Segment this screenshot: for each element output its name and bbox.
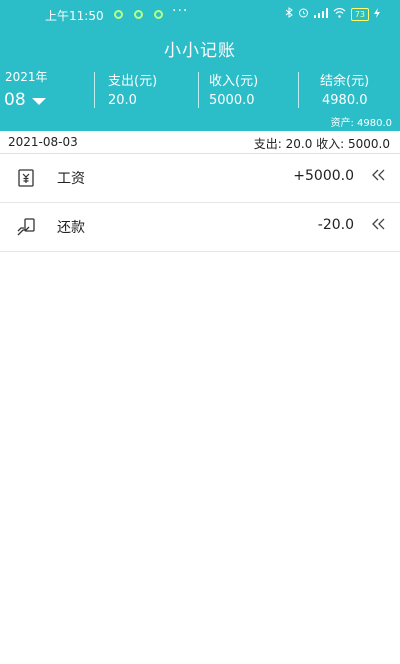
day-header: 2021-08-03 支出: 20.0 收入: 5000.0 xyxy=(0,131,400,154)
record-row[interactable]: 还款 -20.0 xyxy=(0,203,400,252)
divider xyxy=(198,72,199,108)
balance-value: 4980.0 xyxy=(322,93,368,108)
alarm-icon xyxy=(298,7,309,21)
notification-dot-icon xyxy=(134,10,143,19)
income-value: 5000.0 xyxy=(209,93,255,108)
notification-icons xyxy=(114,10,163,19)
month-value: 08 xyxy=(4,90,26,110)
income-label: 收入(元) xyxy=(209,74,259,89)
double-chevron-left-icon[interactable] xyxy=(370,167,386,183)
app-title: 小小记账 xyxy=(164,41,236,61)
record-amount: +5000.0 xyxy=(293,168,354,184)
charging-icon xyxy=(374,7,380,21)
divider xyxy=(94,72,95,108)
day-date: 2021-08-03 xyxy=(8,135,78,149)
more-notifications-icon: ··· xyxy=(172,3,189,19)
repayment-icon xyxy=(16,217,36,237)
app-header: 上午11:50 ··· 73 小小记账 2021年 08 支出(元) 20.0 … xyxy=(0,0,400,131)
notification-dot-icon xyxy=(114,10,123,19)
record-amount: -20.0 xyxy=(317,217,354,233)
status-bar: 上午11:50 ··· 73 xyxy=(0,0,400,28)
expense-label: 支出(元) xyxy=(108,74,158,89)
double-chevron-left-icon[interactable] xyxy=(370,216,386,232)
month-selector[interactable]: 08 xyxy=(4,90,46,110)
record-name: 工资 xyxy=(57,171,85,187)
caret-down-icon xyxy=(31,97,46,105)
balance-label: 结余(元) xyxy=(320,74,370,89)
day-summary: 支出: 20.0 收入: 5000.0 xyxy=(253,137,390,151)
battery-icon: 73 xyxy=(350,7,369,21)
status-time: 上午11:50 xyxy=(45,9,104,23)
divider xyxy=(298,72,299,108)
year-label: 2021年 xyxy=(5,70,48,84)
expense-value: 20.0 xyxy=(108,93,137,108)
system-icons: 73 xyxy=(285,7,380,21)
record-row[interactable]: 工资 +5000.0 xyxy=(0,154,400,203)
assets-total: 资产: 4980.0 xyxy=(330,118,392,129)
notification-dot-icon xyxy=(154,10,163,19)
signal-icon xyxy=(313,7,328,21)
bluetooth-icon xyxy=(285,7,293,21)
wifi-icon xyxy=(333,7,346,21)
record-name: 还款 xyxy=(57,220,85,236)
salary-icon xyxy=(16,168,36,188)
